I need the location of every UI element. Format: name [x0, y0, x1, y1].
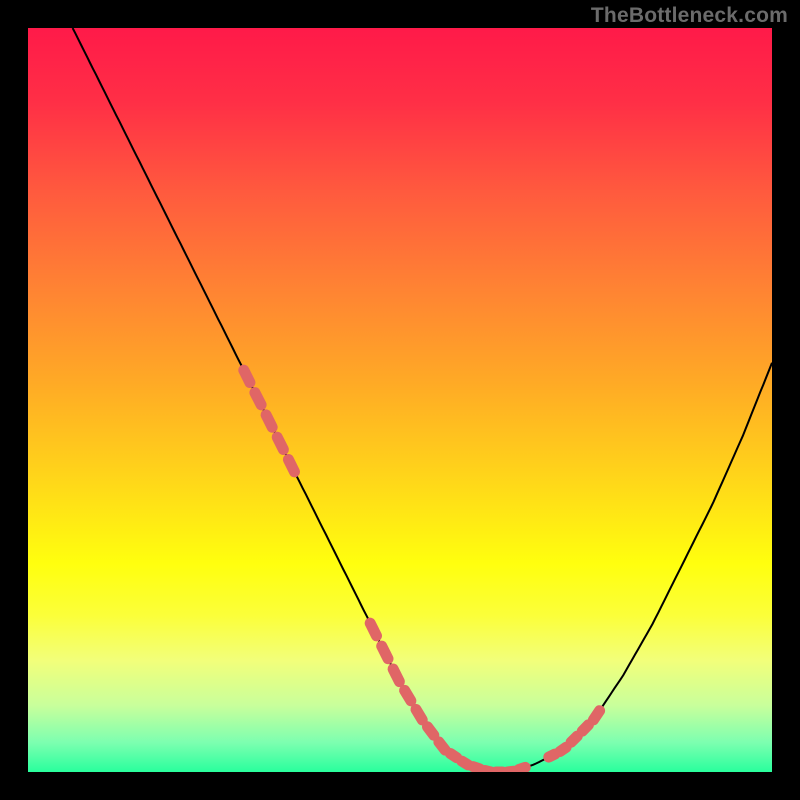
bottleneck-curve — [73, 28, 772, 772]
plot-area — [28, 28, 772, 772]
curve-layer — [28, 28, 772, 772]
watermark-text: TheBottleneck.com — [591, 4, 788, 28]
chart-frame: TheBottleneck.com — [0, 0, 800, 800]
highlight-dots — [244, 370, 600, 772]
